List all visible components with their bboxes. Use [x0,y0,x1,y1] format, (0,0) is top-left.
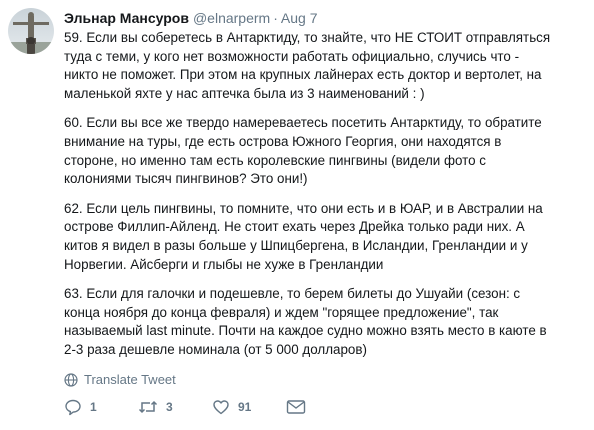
tweet-header: Эльнар Мансуров @elnarperm · Aug 7 [64,10,586,28]
tweet-paragraph: 59. Если вы соберетесь в Антарктиду, то … [64,30,551,101]
tweet-paragraph: 63. Если для галочки и подешевле, то бер… [64,286,547,357]
separator-dot: · [273,10,278,26]
globe-icon [64,372,78,387]
heart-icon [213,400,229,415]
avatar-image [8,8,54,54]
envelope-icon [286,400,306,414]
retweet-button[interactable]: 3 [138,398,212,416]
tweet-actions: 1 3 91 [64,398,314,416]
retweet-icon [138,400,158,414]
like-button[interactable]: 91 [212,398,286,416]
direct-message-button[interactable] [286,399,314,415]
tweet-date[interactable]: Aug 7 [281,10,318,26]
tweet-paragraph: 62. Если цель пингвины, то помните, что … [64,200,543,272]
translate-tweet-link[interactable]: Translate Tweet [64,371,586,389]
reply-button[interactable]: 1 [64,398,138,416]
tweet-content: Эльнар Мансуров @elnarperm · Aug 7 59. Е… [64,10,586,389]
avatar[interactable] [8,8,54,54]
reply-count: 1 [90,400,97,414]
author-name[interactable]: Эльнар Мансуров [64,10,189,26]
retweet-count: 3 [166,400,173,414]
translate-label: Translate Tweet [84,372,176,387]
like-count: 91 [238,400,252,414]
tweet-body: 59. Если вы соберетесь в Антарктиду, то … [64,29,586,360]
author-handle[interactable]: @elnarperm [193,10,270,26]
reply-icon [65,399,81,416]
tweet-paragraph: 60. Если вы все же твердо намереваетесь … [64,115,542,187]
tweet: Эльнар Мансуров @elnarperm · Aug 7 59. Е… [0,0,594,430]
